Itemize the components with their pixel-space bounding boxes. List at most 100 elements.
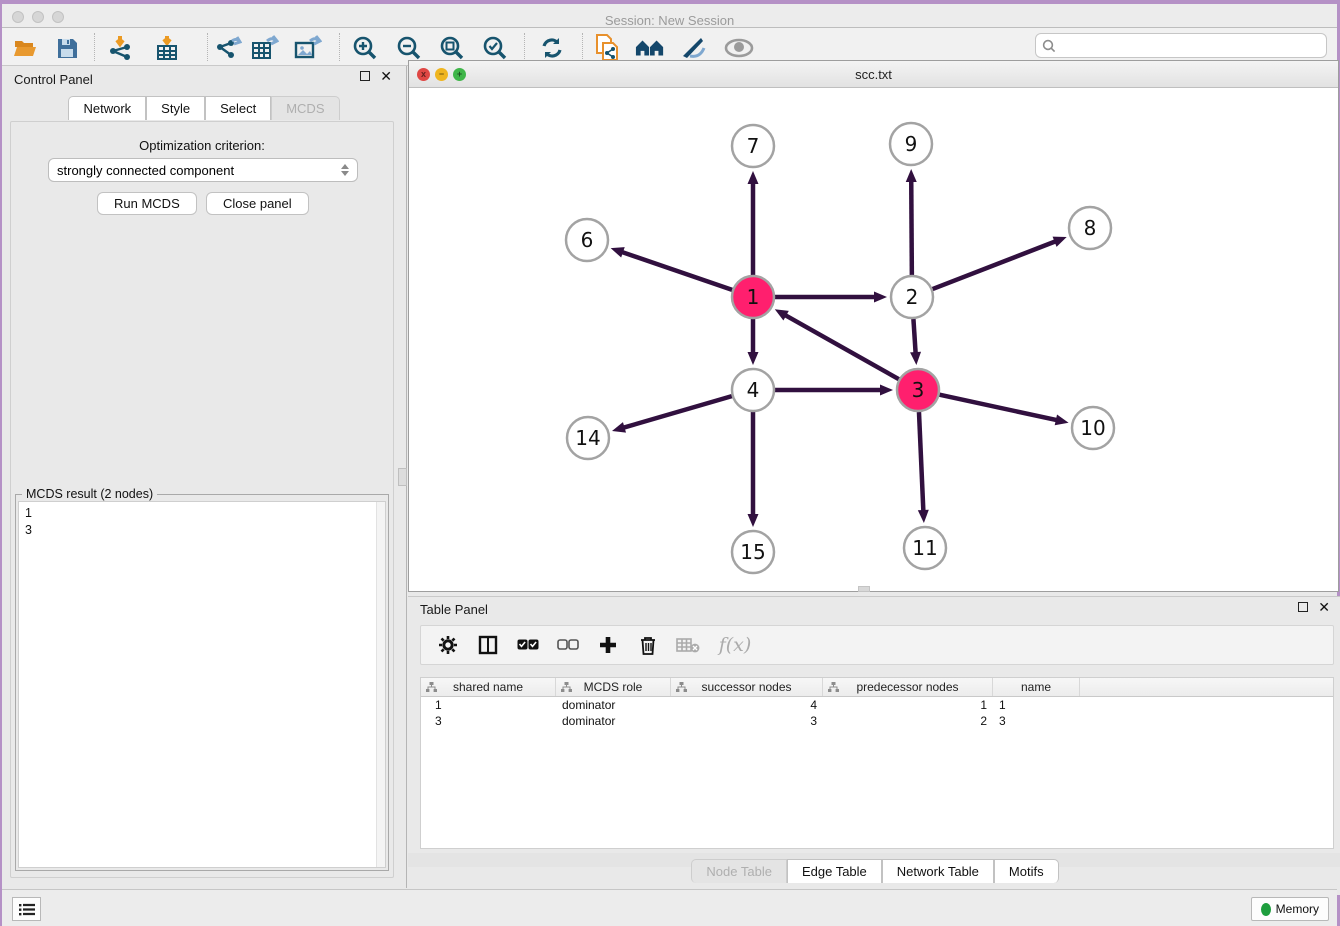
edge-3-11[interactable]	[919, 412, 923, 512]
edge-2-9[interactable]	[911, 180, 912, 275]
cell-name: 1	[993, 697, 1080, 713]
graph-node-label-6: 6	[581, 228, 594, 252]
criterion-value: strongly connected component	[57, 163, 341, 178]
graph-node-label-3: 3	[912, 378, 925, 402]
node-table-header: shared nameMCDS rolesuccessor nodesprede…	[421, 678, 1333, 697]
toolbar-separator	[524, 33, 525, 61]
tab-network[interactable]: Network	[68, 96, 146, 120]
table-toolbar: f(x)	[420, 625, 1334, 665]
mcds-result-title: MCDS result (2 nodes)	[22, 487, 157, 501]
arrowhead-1-4	[748, 352, 759, 365]
cell-MCDS-role: dominator	[556, 713, 671, 729]
column-header-shared-name[interactable]: shared name	[421, 678, 556, 696]
edge-1-6[interactable]	[621, 252, 732, 290]
result-scrollbar[interactable]	[376, 502, 385, 867]
graph-node-label-4: 4	[747, 378, 760, 402]
close-panel-button[interactable]: Close panel	[206, 192, 309, 215]
optimization-criterion-label: Optimization criterion:	[11, 138, 393, 153]
tab-node-table[interactable]: Node Table	[691, 859, 787, 883]
delete-column-trash-icon[interactable]	[635, 632, 661, 658]
panel-splitter-handle[interactable]	[398, 468, 407, 486]
import-table-icon[interactable]	[152, 34, 182, 62]
close-panel-icon[interactable]: ✕	[380, 71, 392, 81]
network-window-titlebar[interactable]: x − + scc.txt	[409, 61, 1338, 88]
duplicate-network-icon[interactable]	[592, 34, 622, 62]
arrowhead-2-3	[910, 352, 921, 365]
zoom-in-icon[interactable]	[350, 34, 380, 62]
tab-edge-table[interactable]: Edge Table	[787, 859, 882, 883]
table-panel: Table Panel ✕ f(x) shared nameMCDS roles…	[408, 596, 1340, 895]
column-header-predecessor-nodes[interactable]: predecessor nodes	[823, 678, 993, 696]
toolbar-separator	[94, 33, 95, 61]
column-header-name[interactable]: name	[993, 678, 1080, 696]
function-builder-icon: f(x)	[715, 632, 755, 658]
run-mcds-button[interactable]: Run MCDS	[97, 192, 197, 215]
search-input[interactable]	[1060, 36, 1326, 56]
cell-MCDS-role: dominator	[556, 697, 671, 713]
toolbar-separator	[582, 33, 583, 61]
save-session-icon[interactable]	[52, 34, 82, 62]
close-table-panel-icon[interactable]: ✕	[1318, 602, 1330, 612]
memory-button[interactable]: Memory	[1251, 897, 1329, 921]
show-all-icon[interactable]	[724, 34, 754, 62]
edge-2-8[interactable]	[933, 241, 1057, 289]
search-box[interactable]	[1035, 33, 1327, 58]
select-all-icon[interactable]	[515, 632, 541, 658]
add-column-icon[interactable]	[595, 632, 621, 658]
mcds-tab-content: Optimization criterion: strongly connect…	[10, 121, 394, 878]
column-header-successor-nodes[interactable]: successor nodes	[671, 678, 823, 696]
cell-shared-name: 3	[421, 713, 556, 729]
export-table-icon[interactable]	[250, 34, 280, 62]
criterion-select[interactable]: strongly connected component	[48, 158, 358, 182]
table-row[interactable]: 1dominator411	[421, 697, 1333, 713]
export-image-icon[interactable]	[293, 34, 323, 62]
cell-predecessor-nodes: 2	[823, 713, 993, 729]
table-settings-gear-icon[interactable]	[435, 632, 461, 658]
zoom-out-icon[interactable]	[394, 34, 424, 62]
open-file-icon[interactable]	[10, 34, 40, 62]
table-panel-title: Table Panel	[420, 602, 488, 617]
horizontal-splitter-handle[interactable]	[858, 586, 870, 592]
mcds-result-area[interactable]: 1 3	[18, 501, 386, 868]
refresh-icon[interactable]	[537, 34, 567, 62]
edge-3-10[interactable]	[939, 395, 1057, 421]
arrowhead-1-6	[611, 247, 625, 257]
graph-node-label-11: 11	[912, 536, 937, 560]
zoom-selected-icon[interactable]	[480, 34, 510, 62]
table-row[interactable]: 3dominator323	[421, 713, 1333, 729]
node-table: shared nameMCDS rolesuccessor nodesprede…	[420, 677, 1334, 849]
task-history-button[interactable]	[12, 897, 41, 921]
float-table-panel-icon[interactable]	[1298, 602, 1308, 612]
control-panel-buttons: ✕	[360, 71, 392, 81]
cell-shared-name: 1	[421, 697, 556, 713]
tab-motifs[interactable]: Motifs	[994, 859, 1059, 883]
edge-2-3[interactable]	[913, 319, 915, 354]
graph-node-label-9: 9	[905, 132, 918, 156]
export-network-icon[interactable]	[213, 34, 243, 62]
column-header-MCDS-role[interactable]: MCDS role	[556, 678, 671, 696]
toolbar-separator	[207, 33, 208, 61]
graph-node-label-15: 15	[740, 540, 765, 564]
node-table-rows: 1dominator4113dominator323	[421, 697, 1333, 729]
float-panel-icon[interactable]	[360, 71, 370, 81]
edge-3-1[interactable]	[784, 315, 898, 380]
cell-successor-nodes: 4	[671, 697, 823, 713]
memory-status-icon	[1261, 903, 1271, 916]
tab-select[interactable]: Select	[205, 96, 271, 120]
hide-selected-icon[interactable]	[679, 34, 709, 62]
deselect-all-icon[interactable]	[555, 632, 581, 658]
title-bar: Session: New Session	[2, 0, 1337, 28]
zoom-fit-icon[interactable]	[437, 34, 467, 62]
network-canvas[interactable]: 7968124314101511	[409, 88, 1338, 591]
graph-node-label-8: 8	[1084, 216, 1097, 240]
tab-mcds[interactable]: MCDS	[271, 96, 339, 120]
edge-4-14[interactable]	[623, 396, 732, 428]
import-network-icon[interactable]	[105, 34, 135, 62]
table-panel-buttons: ✕	[1298, 602, 1330, 612]
arrowhead-1-2	[874, 292, 887, 303]
graph-node-label-10: 10	[1080, 416, 1105, 440]
tab-style[interactable]: Style	[146, 96, 205, 120]
first-neighbors-icon[interactable]	[635, 34, 665, 62]
tab-network-table[interactable]: Network Table	[882, 859, 994, 883]
show-columns-icon[interactable]	[475, 632, 501, 658]
